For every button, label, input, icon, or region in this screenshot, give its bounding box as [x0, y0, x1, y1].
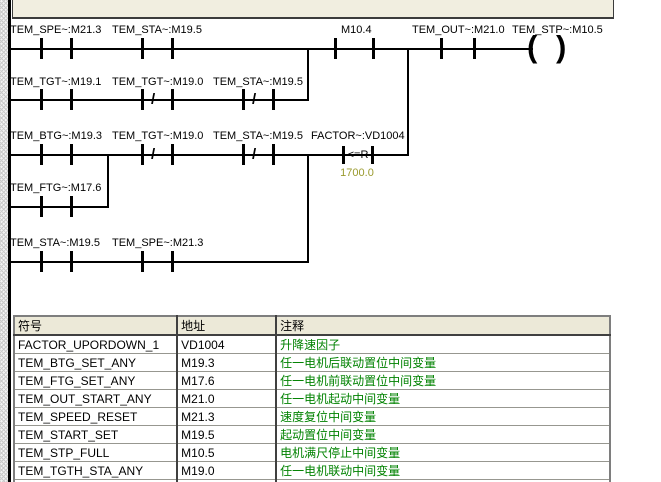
comment-cell[interactable]: 任一电机后联动置位中间变量 — [276, 354, 610, 372]
nc-contact-slash-icon: / — [252, 147, 256, 163]
network-comment-box[interactable] — [12, 0, 614, 19]
contact-bar[interactable] — [70, 196, 73, 217]
contact-bar[interactable] — [141, 251, 144, 272]
contact-bar[interactable] — [171, 89, 174, 110]
contact-label-tem-sta[interactable]: TEM_STA~:M19.5 — [213, 76, 303, 88]
compare-operand-label[interactable]: FACTOR~:VD1004 — [311, 130, 405, 142]
contact-bar[interactable] — [242, 89, 245, 110]
contact-bar[interactable] — [70, 251, 73, 272]
symbol-cell[interactable]: TEM_START_SET — [14, 426, 177, 444]
table-row: TEM_START_SET M19.5 起动置位中间变量 — [14, 426, 610, 444]
contact-bar[interactable] — [171, 38, 174, 59]
contact-bar[interactable] — [372, 38, 375, 59]
contact-bar[interactable] — [40, 38, 43, 59]
contact-bar[interactable] — [40, 196, 43, 217]
contact-bar[interactable] — [70, 38, 73, 59]
comment-cell[interactable]: 起动置位中间变量 — [276, 426, 610, 444]
nc-contact-slash-icon: / — [151, 147, 155, 163]
nc-contact-slash-icon: / — [252, 92, 256, 108]
contact-bar[interactable] — [272, 89, 275, 110]
symbol-table: 符号 地址 注释 FACTOR_UPORDOWN_1 VD1004 升降速因子 … — [13, 315, 611, 482]
comment-cell[interactable]: 任一电机联动中间变量 — [276, 462, 610, 480]
address-cell[interactable]: M21.0 — [177, 390, 276, 408]
address-cell[interactable]: M19.3 — [177, 354, 276, 372]
comment-cell[interactable]: 任一电机前联动置位中间变量 — [276, 372, 610, 390]
symbol-cell[interactable]: TEM_FTG_SET_ANY — [14, 372, 177, 390]
table-row: TEM_SPEED_RESET M21.3 速度复位中间变量 — [14, 408, 610, 426]
comment-cell[interactable]: 任一电机起动中间变量 — [276, 390, 610, 408]
symbol-cell[interactable]: FACTOR_UPORDOWN_1 — [14, 335, 177, 354]
contact-bar[interactable] — [473, 38, 476, 59]
contact-label-tem-out[interactable]: TEM_OUT~:M21.0 — [412, 24, 505, 36]
table-row: TEM_OUT_START_ANY M21.0 任一电机起动中间变量 — [14, 390, 610, 408]
compare-operator[interactable]: <=R — [343, 149, 373, 161]
comment-cell[interactable]: 升降速因子 — [276, 335, 610, 354]
contact-label-tem-btg[interactable]: TEM_BTG~:M19.3 — [10, 130, 102, 142]
contact-label-tem-spe[interactable]: TEM_SPE~:M21.3 — [10, 24, 101, 36]
column-header-symbol: 符号 — [14, 316, 177, 335]
contact-label-tem-tgt[interactable]: TEM_TGT~:M19.0 — [112, 76, 203, 88]
contact-bar[interactable] — [70, 89, 73, 110]
contact-label-tem-ftg[interactable]: TEM_FTG~:M17.6 — [10, 182, 101, 194]
symbol-cell[interactable]: TEM_STP_FULL — [14, 444, 177, 462]
wire-branch-compare-join — [407, 48, 409, 156]
comment-cell[interactable]: 电机满尺停止中间变量 — [276, 444, 610, 462]
contact-bar[interactable] — [70, 144, 73, 165]
contact-bar[interactable] — [141, 89, 144, 110]
wire-rung1 — [10, 48, 533, 50]
symbol-table-header-row: 符号 地址 注释 — [14, 316, 610, 335]
table-row: TEM_STP_FULL M10.5 电机满尺停止中间变量 — [14, 444, 610, 462]
symbol-cell[interactable]: TEM_SPEED_RESET — [14, 408, 177, 426]
table-row: FACTOR_UPORDOWN_1 VD1004 升降速因子 — [14, 335, 610, 354]
contact-bar[interactable] — [334, 38, 337, 59]
compare-constant-value[interactable]: 1700.0 — [332, 167, 382, 179]
address-cell[interactable]: M19.0 — [177, 462, 276, 480]
contact-label-tem-sta[interactable]: TEM_STA~:M19.5 — [10, 237, 100, 249]
wire-rung5 — [10, 261, 309, 263]
plc-ladder-editor: TEM_SPE~:M21.3 TEM_STA~:M19.5 M10.4 TEM_… — [0, 0, 661, 482]
contact-label-m10-4[interactable]: M10.4 — [341, 24, 372, 36]
output-coil-icon[interactable]: ) — [556, 33, 566, 61]
contact-bar[interactable] — [440, 38, 443, 59]
address-cell[interactable]: M10.5 — [177, 444, 276, 462]
address-cell[interactable]: M21.3 — [177, 408, 276, 426]
column-header-address: 地址 — [177, 316, 276, 335]
table-row: TEM_FTG_SET_ANY M17.6 任一电机前联动置位中间变量 — [14, 372, 610, 390]
contact-bar[interactable] — [272, 144, 275, 165]
column-header-comment: 注释 — [276, 316, 610, 335]
wire-rung4 — [10, 206, 109, 208]
contact-label-tem-sta[interactable]: TEM_STA~:M19.5 — [112, 24, 202, 36]
contact-bar[interactable] — [40, 144, 43, 165]
comment-cell[interactable]: 速度复位中间变量 — [276, 408, 610, 426]
table-row: TEM_BTG_SET_ANY M19.3 任一电机后联动置位中间变量 — [14, 354, 610, 372]
editor-margin — [0, 0, 8, 482]
output-coil-icon[interactable]: ( — [527, 33, 537, 61]
contact-label-tem-tgt-set[interactable]: TEM_TGT~:M19.1 — [10, 76, 101, 88]
contact-label-tem-tgt[interactable]: TEM_TGT~:M19.0 — [112, 130, 203, 142]
wire-rung2 — [10, 99, 309, 101]
contact-bar[interactable] — [242, 144, 245, 165]
contact-label-tem-sta[interactable]: TEM_STA~:M19.5 — [213, 130, 303, 142]
table-row: TEM_TGTH_STA_ANY M19.0 任一电机联动中间变量 — [14, 462, 610, 480]
address-cell[interactable]: VD1004 — [177, 335, 276, 354]
wire-branch-rung4-join — [107, 154, 109, 208]
address-cell[interactable]: M19.5 — [177, 426, 276, 444]
contact-bar[interactable] — [171, 144, 174, 165]
contact-label-tem-spe[interactable]: TEM_SPE~:M21.3 — [112, 237, 203, 249]
contact-bar[interactable] — [171, 251, 174, 272]
contact-bar[interactable] — [40, 89, 43, 110]
wire-branch-rung5-join — [307, 154, 309, 263]
address-cell[interactable]: M17.6 — [177, 372, 276, 390]
wire-branch-rung2-join — [307, 48, 309, 101]
symbol-cell[interactable]: TEM_OUT_START_ANY — [14, 390, 177, 408]
symbol-cell[interactable]: TEM_BTG_SET_ANY — [14, 354, 177, 372]
contact-bar[interactable] — [141, 144, 144, 165]
nc-contact-slash-icon: / — [151, 92, 155, 108]
contact-bar[interactable] — [141, 38, 144, 59]
contact-bar[interactable] — [40, 251, 43, 272]
symbol-cell[interactable]: TEM_TGTH_STA_ANY — [14, 462, 177, 480]
